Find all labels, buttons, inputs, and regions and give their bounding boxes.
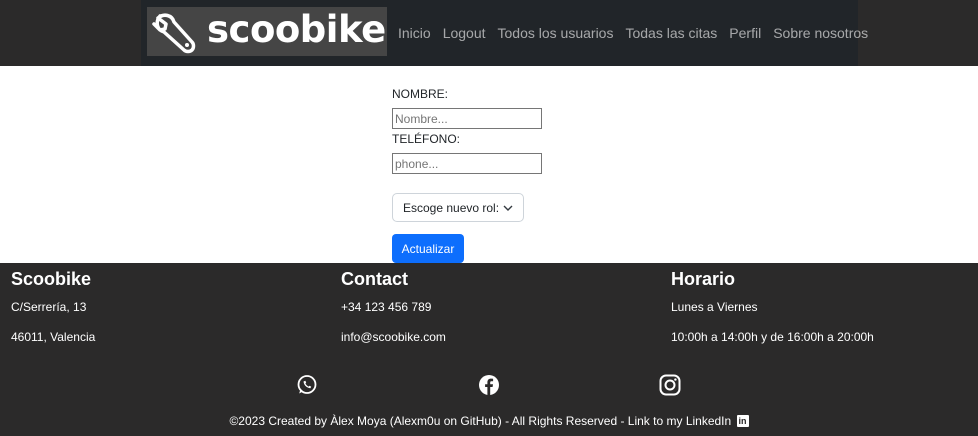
- phone-input[interactable]: [392, 153, 542, 174]
- whatsapp-icon[interactable]: [296, 374, 318, 396]
- linkedin-icon[interactable]: in: [736, 414, 749, 427]
- footer-title-contact: Contact: [341, 269, 408, 289]
- footer-address-city: 46011, Valencia: [11, 330, 96, 344]
- wrench-icon: [147, 7, 201, 56]
- nav-sobre-nosotros[interactable]: Sobre nosotros: [767, 25, 874, 41]
- footer-hours: 10:00h a 14:00h y de 16:00h a 20:00h: [671, 330, 874, 344]
- facebook-icon[interactable]: [478, 374, 500, 396]
- footer-email: info@scoobike.com: [341, 330, 446, 344]
- brand-name: scoobike: [207, 8, 386, 51]
- chevron-down-icon: [503, 205, 513, 211]
- footer-address-street: C/Serrería, 13: [11, 300, 87, 314]
- nav-todos-usuarios[interactable]: Todos los usuarios: [492, 25, 620, 41]
- copyright-line: ©2023 Created by Àlex Moya (Alexm0u on G…: [0, 413, 978, 428]
- main-nav: Inicio Logout Todos los usuarios Todas l…: [392, 0, 874, 66]
- copyright-text: ©2023 Created by Àlex Moya (Alexm0u on G…: [229, 413, 732, 428]
- name-label: NOMBRE:: [392, 87, 449, 101]
- footer-col-schedule: Horario Lunes a Viernes 10:00h a 14:00h …: [671, 269, 874, 360]
- footer-title-scoobike: Scoobike: [11, 269, 92, 289]
- role-select[interactable]: Escoge nuevo rol:: [392, 193, 524, 222]
- update-button[interactable]: Actualizar: [392, 234, 464, 263]
- nav-logout[interactable]: Logout: [437, 25, 492, 41]
- nav-perfil[interactable]: Perfil: [723, 25, 767, 41]
- nav-inicio[interactable]: Inicio: [392, 25, 437, 41]
- instagram-icon[interactable]: [659, 374, 681, 396]
- footer-days: Lunes a Viernes: [671, 300, 758, 314]
- role-select-value: Escoge nuevo rol:: [403, 200, 500, 215]
- footer-phone: +34 123 456 789: [341, 300, 432, 314]
- nav-todas-citas[interactable]: Todas las citas: [619, 25, 723, 41]
- footer-col-address: Scoobike C/Serrería, 13 46011, Valencia: [11, 269, 95, 360]
- phone-label: TELÉFONO:: [392, 132, 461, 146]
- site-footer: Scoobike C/Serrería, 13 46011, Valencia …: [0, 263, 978, 436]
- brand-logo[interactable]: scoobike: [147, 7, 387, 56]
- site-header: scoobike Inicio Logout Todos los usuario…: [0, 0, 978, 66]
- footer-col-contact: Contact +34 123 456 789 info@scoobike.co…: [341, 269, 446, 360]
- name-input[interactable]: [392, 108, 542, 129]
- footer-title-horario: Horario: [671, 269, 736, 289]
